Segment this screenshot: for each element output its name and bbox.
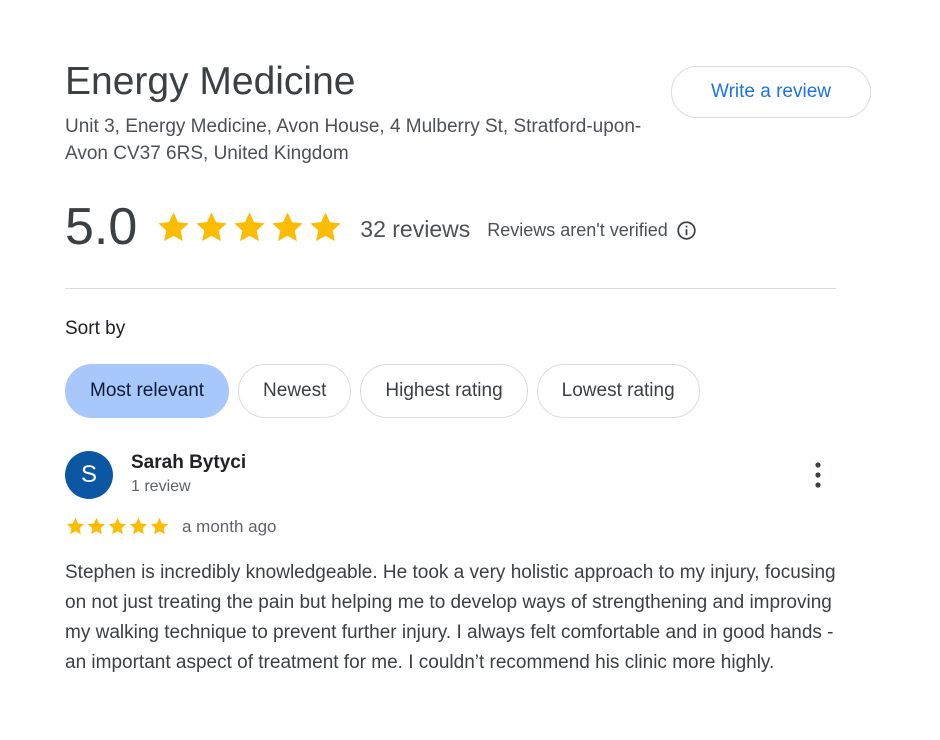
star-icon <box>272 211 303 241</box>
sort-chip-highest-rating[interactable]: Highest rating <box>360 364 528 418</box>
average-score: 5.0 <box>65 198 138 256</box>
place-title: Energy Medicine <box>65 60 356 103</box>
section-divider <box>65 288 836 289</box>
sort-chip-lowest-rating[interactable]: Lowest rating <box>536 364 700 418</box>
star-icon <box>234 211 265 241</box>
sort-label: Sort by <box>65 318 126 339</box>
star-icon <box>150 517 169 535</box>
reviewer-review-count: 1 review <box>131 478 191 495</box>
star-icon <box>310 211 341 241</box>
verification-note: Reviews aren't verified <box>487 220 697 241</box>
review-stars <box>65 516 170 537</box>
reviewer-avatar[interactable]: S <box>65 451 113 499</box>
star-icon <box>87 517 106 535</box>
star-icon <box>158 211 189 241</box>
review-count-link[interactable]: 32 reviews <box>360 216 470 243</box>
star-icon <box>108 517 127 535</box>
info-icon[interactable] <box>676 220 697 241</box>
rating-summary: 5.0 32 reviews Reviews aren't verified <box>65 194 697 260</box>
place-address: Unit 3, Energy Medicine, Avon House, 4 M… <box>65 116 642 164</box>
verification-note-text: Reviews aren't verified <box>487 219 668 240</box>
more-vert-icon[interactable] <box>805 460 831 490</box>
sort-chip-newest[interactable]: Newest <box>238 364 352 418</box>
sort-options: Most relevant Newest Highest rating Lowest … <box>65 364 700 418</box>
star-icon <box>196 211 227 241</box>
star-icon <box>66 517 85 535</box>
sort-chip-most-relevant[interactable]: Most relevant <box>65 364 230 418</box>
review-rating-row: a month ago <box>65 516 277 537</box>
write-review-button[interactable]: Write a review <box>671 66 871 118</box>
average-stars <box>155 209 344 246</box>
reviewer-name[interactable]: Sarah Bytyci <box>131 452 246 474</box>
review-text: Stephen is incredibly knowledgeable. He … <box>65 562 836 673</box>
review-date: a month ago <box>182 516 277 536</box>
star-icon <box>129 517 148 535</box>
